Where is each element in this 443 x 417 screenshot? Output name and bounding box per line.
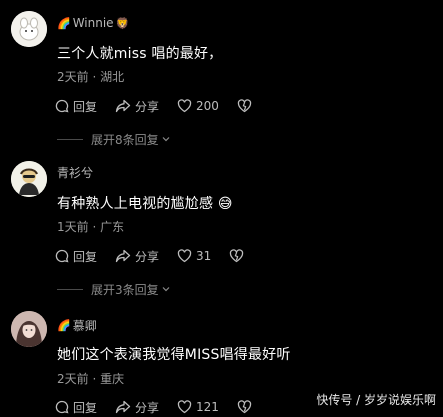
speech-bubble-icon <box>55 249 69 263</box>
comment-meta: 2天前 · 重庆 <box>57 372 125 386</box>
like-button[interactable]: 200 <box>177 99 219 113</box>
comment-actions: 回复 分享 31 <box>55 246 262 266</box>
divider-line <box>57 139 83 140</box>
share-label: 分享 <box>135 400 160 415</box>
comment-actions: 回复 分享 121 <box>55 397 270 417</box>
share-arrow-icon <box>115 249 131 263</box>
username[interactable]: 青衫兮 <box>57 164 93 181</box>
username-text: 慕卿 <box>72 319 97 333</box>
share-button[interactable]: 分享 <box>115 248 159 265</box>
reply-label: 回复 <box>73 249 98 264</box>
like-button[interactable]: 31 <box>177 249 211 263</box>
like-count: 31 <box>196 249 212 263</box>
username[interactable]: 🌈 Winnie 🦁 <box>57 16 129 30</box>
reply-button[interactable]: 回复 <box>55 399 97 416</box>
comment-text: 她们这个表演我觉得MISS唱得最好听 <box>57 347 291 363</box>
divider-line <box>57 289 83 290</box>
broken-heart-icon <box>237 99 252 113</box>
avatar[interactable] <box>11 161 47 197</box>
share-button[interactable]: 分享 <box>115 399 159 416</box>
share-label: 分享 <box>135 249 160 264</box>
comment-item: 青衫兮 有种熟人上电视的尴尬感 😅 1天前 · 广东 回复 分享 31 展开3条… <box>0 150 443 300</box>
broken-heart-icon <box>229 249 244 263</box>
comment-text: 有种熟人上电视的尴尬感 😅 <box>57 196 233 212</box>
username[interactable]: 🌈 慕卿 <box>57 317 97 334</box>
avatar[interactable] <box>11 11 47 47</box>
rainbow-icon: 🌈 <box>57 319 71 332</box>
dislike-button[interactable] <box>237 99 252 113</box>
reply-label: 回复 <box>73 400 98 415</box>
rainbow-icon: 🌈 <box>57 16 71 30</box>
share-button[interactable]: 分享 <box>115 98 159 115</box>
heart-outline-icon <box>177 249 192 263</box>
comment-meta: 1天前 · 广东 <box>57 220 125 234</box>
comment-actions: 回复 分享 200 <box>55 96 270 116</box>
username-text: Winnie <box>72 16 114 30</box>
source-watermark: 快传号 / 岁岁说娱乐啊 <box>313 390 439 409</box>
comment-meta: 2天前 · 湖北 <box>57 70 125 84</box>
like-count: 200 <box>196 99 219 113</box>
expand-replies[interactable]: 展开3条回复 <box>57 281 171 298</box>
comment-item: 🌈 Winnie 🦁 三个人就miss 唱的最好， 2天前 · 湖北 回复 分享… <box>0 0 443 150</box>
dislike-button[interactable] <box>229 249 244 263</box>
speech-bubble-icon <box>55 99 69 113</box>
heart-outline-icon <box>177 99 192 113</box>
lion-icon: 🦁 <box>115 16 130 30</box>
chevron-down-icon <box>161 283 171 297</box>
reply-button[interactable]: 回复 <box>55 98 97 115</box>
reply-label: 回复 <box>73 99 98 114</box>
expand-replies-label: 展开8条回复 <box>91 133 159 147</box>
share-arrow-icon <box>115 99 131 113</box>
expand-replies-label: 展开3条回复 <box>91 283 159 297</box>
expand-replies[interactable]: 展开8条回复 <box>57 131 171 148</box>
username-text: 青衫兮 <box>57 166 94 180</box>
chevron-down-icon <box>161 133 171 147</box>
comment-text: 三个人就miss 唱的最好， <box>57 46 223 62</box>
reply-button[interactable]: 回复 <box>55 248 97 265</box>
share-label: 分享 <box>135 99 160 114</box>
avatar[interactable] <box>11 311 47 347</box>
